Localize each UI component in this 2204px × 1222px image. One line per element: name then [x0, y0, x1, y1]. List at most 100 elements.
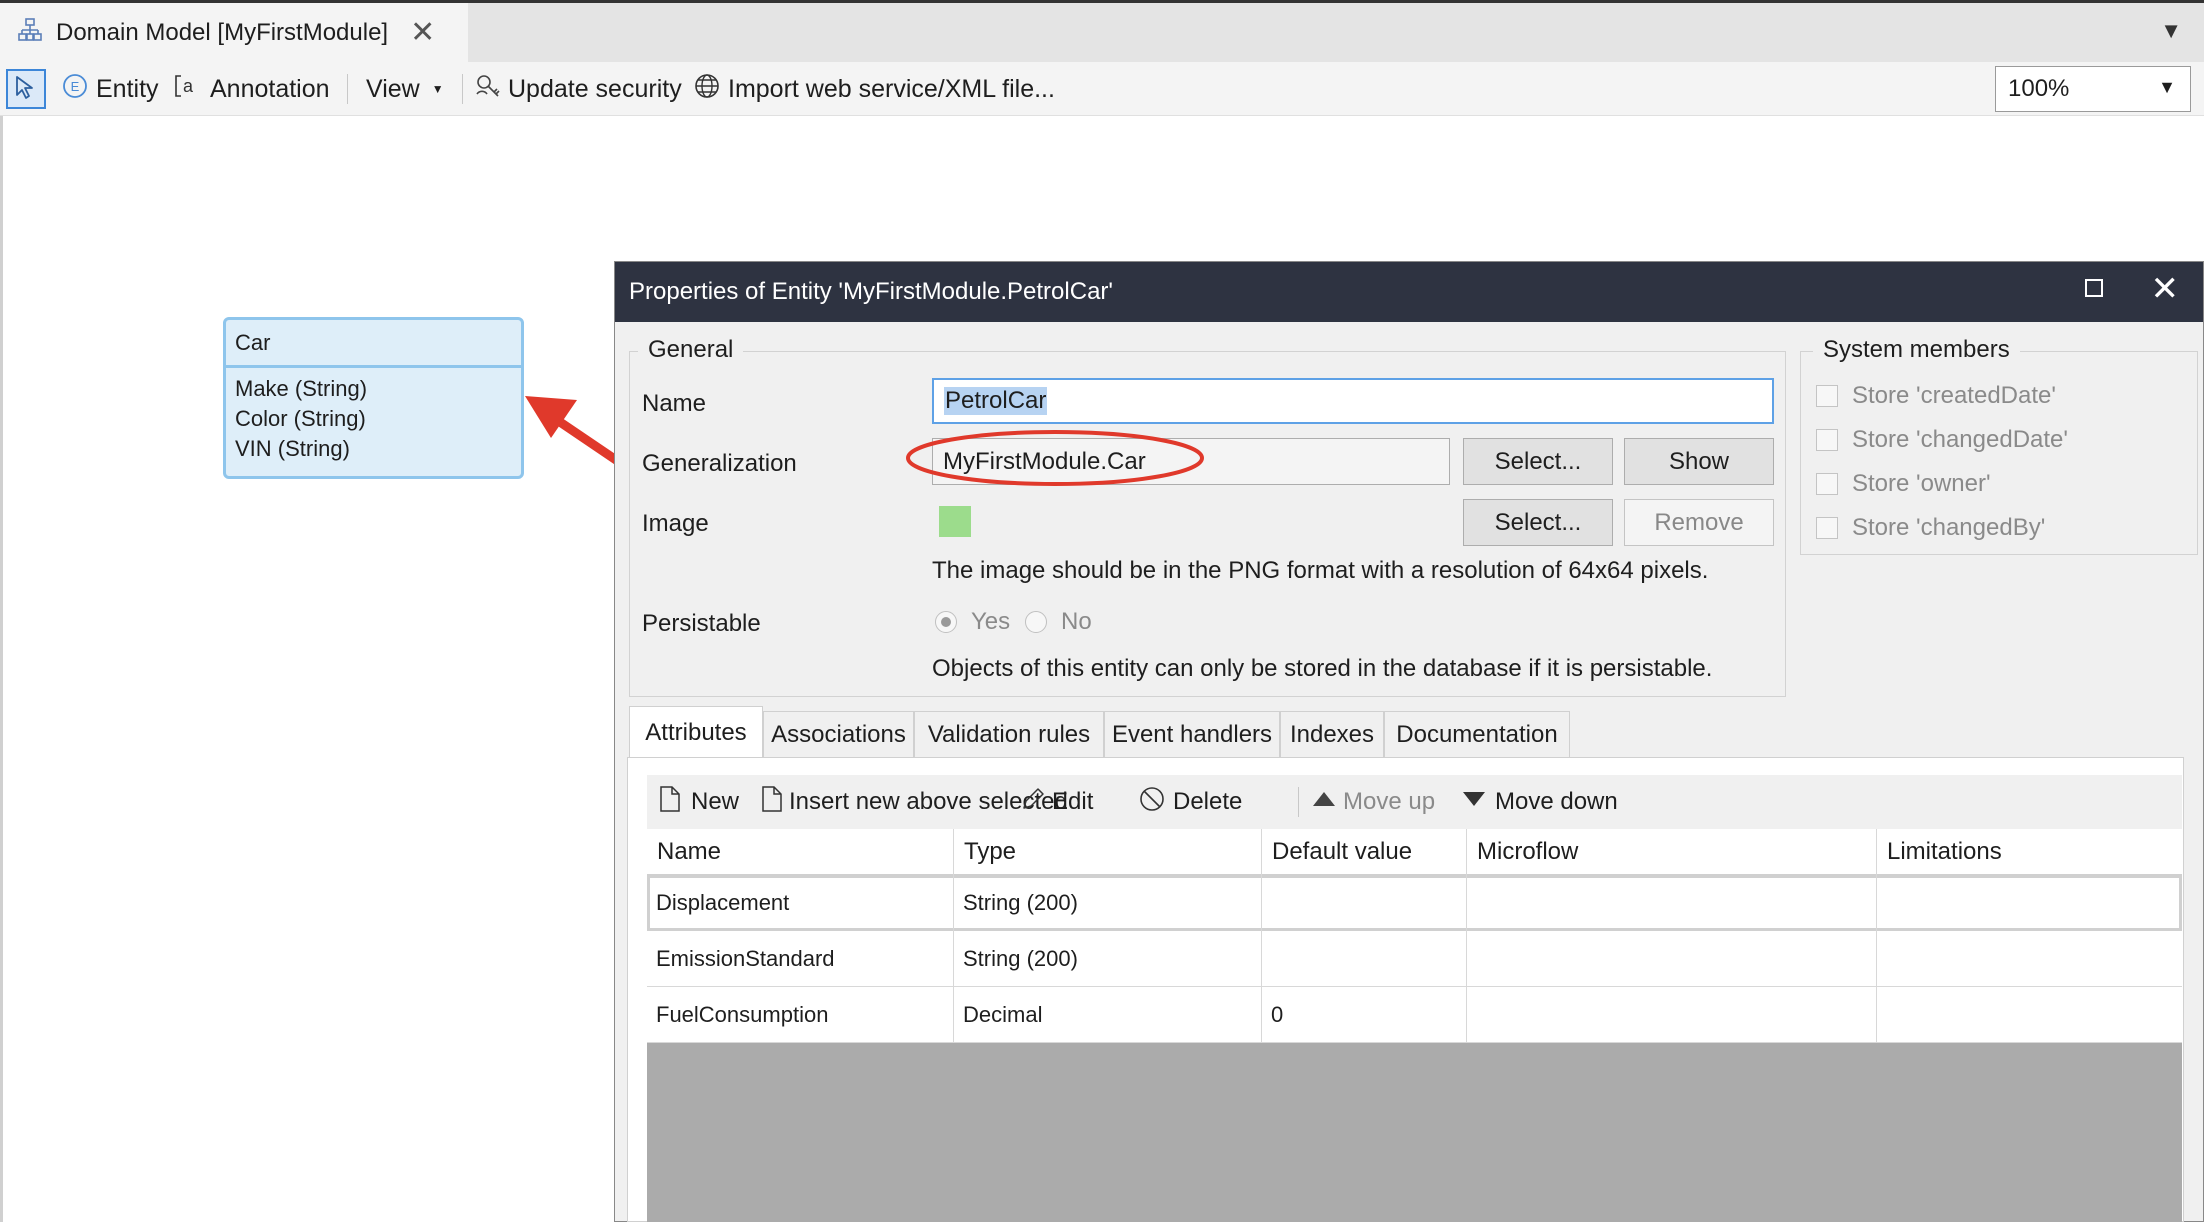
- table-row[interactable]: EmissionStandard String (200): [647, 931, 2182, 987]
- move-down-button[interactable]: Move down: [1461, 775, 1618, 829]
- move-down-label: Move down: [1495, 788, 1618, 815]
- show-generalization-button[interactable]: Show: [1624, 438, 1774, 485]
- store-changed-date-checkbox[interactable]: Store 'changedDate': [1816, 426, 2068, 454]
- cell-limitations: [1877, 875, 2182, 931]
- table-row[interactable]: FuelConsumption Decimal 0: [647, 987, 2182, 1043]
- svg-text:E: E: [71, 79, 80, 94]
- cell-type: String (200): [954, 931, 1262, 987]
- domain-model-icon: [18, 18, 42, 47]
- dropdown-arrow-icon: ▼: [431, 82, 444, 96]
- entity-attribute: VIN (String): [235, 436, 350, 461]
- entity-attribute-list: Make (String) Color (String) VIN (String…: [226, 368, 521, 470]
- delete-label: Delete: [1173, 788, 1243, 815]
- tab-associations[interactable]: Associations: [763, 711, 914, 757]
- cell-type: Decimal: [954, 987, 1262, 1043]
- persistable-no-radio[interactable]: No: [1025, 608, 1092, 636]
- persistable-label: Persistable: [642, 610, 761, 637]
- security-icon: [474, 72, 502, 107]
- radio-checked-icon: [935, 611, 957, 633]
- generalization-label: Generalization: [642, 450, 797, 477]
- checkbox-icon: [1816, 517, 1838, 539]
- remove-image-button[interactable]: Remove: [1624, 499, 1774, 546]
- close-dialog-icon[interactable]: ✕: [2151, 272, 2180, 306]
- store-owner-checkbox[interactable]: Store 'owner': [1816, 470, 1991, 498]
- select-image-button[interactable]: Select...: [1463, 499, 1613, 546]
- name-input[interactable]: PetrolCar: [932, 378, 1774, 424]
- pointer-tool-button[interactable]: [6, 69, 46, 109]
- attributes-toolbar: New Insert new above selected Edit Delet…: [647, 775, 2182, 829]
- maximize-icon[interactable]: [2085, 279, 2103, 297]
- table-row[interactable]: Displacement String (200): [647, 875, 2182, 931]
- cell-default: 0: [1262, 987, 1467, 1043]
- name-label: Name: [642, 390, 707, 417]
- column-header-default-value[interactable]: Default value: [1262, 829, 1467, 875]
- view-menu-button[interactable]: View ▼: [366, 62, 444, 116]
- image-label: Image: [642, 510, 709, 537]
- radio-unchecked-icon: [1025, 611, 1047, 633]
- delete-icon: [1138, 785, 1166, 820]
- tab-attributes[interactable]: Attributes: [629, 706, 763, 758]
- entity-icon: E: [62, 73, 88, 106]
- tab-validation-rules[interactable]: Validation rules: [914, 711, 1104, 757]
- yes-label: Yes: [971, 608, 1011, 635]
- store-created-date-checkbox[interactable]: Store 'createdDate': [1816, 382, 2056, 410]
- persistable-yes-radio[interactable]: Yes: [935, 608, 1010, 636]
- column-header-name[interactable]: Name: [647, 829, 954, 875]
- new-attribute-button[interactable]: New: [659, 775, 739, 829]
- tab-event-handlers[interactable]: Event handlers: [1104, 711, 1280, 757]
- tab-indexes[interactable]: Indexes: [1280, 711, 1384, 757]
- delete-attribute-button[interactable]: Delete: [1138, 775, 1242, 829]
- update-security-button[interactable]: Update security: [474, 62, 682, 116]
- store-changed-by-checkbox[interactable]: Store 'changedBy': [1816, 514, 2045, 542]
- column-header-limitations[interactable]: Limitations: [1877, 829, 2182, 875]
- cell-microflow: [1467, 987, 1877, 1043]
- column-header-microflow[interactable]: Microflow: [1467, 829, 1877, 875]
- new-label: New: [691, 788, 740, 815]
- tab-documentation[interactable]: Documentation: [1384, 711, 1570, 757]
- cell-limitations: [1877, 931, 2182, 987]
- import-label: Import web service/XML file...: [728, 74, 1055, 103]
- svg-text:a: a: [183, 76, 194, 96]
- entity-car[interactable]: Car Make (String) Color (String) VIN (St…: [223, 317, 524, 479]
- zoom-select[interactable]: 100% ▼: [1995, 66, 2191, 112]
- checkbox-label: Store 'changedBy': [1852, 514, 2046, 541]
- view-label: View: [366, 74, 420, 103]
- entity-attribute: Make (String): [235, 376, 368, 401]
- document-tab[interactable]: Domain Model [MyFirstModule] ✕: [0, 3, 468, 62]
- dialog-title-bar: Properties of Entity 'MyFirstModule.Petr…: [615, 262, 2203, 322]
- update-security-label: Update security: [508, 74, 682, 103]
- entity-name: Car: [226, 320, 521, 368]
- edit-attribute-button[interactable]: Edit: [1020, 775, 1093, 829]
- globe-icon: [693, 72, 721, 107]
- annotation-icon: a: [174, 73, 198, 106]
- chevron-down-icon: ▼: [2158, 77, 2176, 97]
- entity-label: Entity: [96, 74, 159, 103]
- annotation-label: Annotation: [210, 74, 330, 103]
- red-circle-annotation: [906, 430, 1204, 486]
- import-web-service-button[interactable]: Import web service/XML file...: [693, 62, 1055, 116]
- cell-microflow: [1467, 931, 1877, 987]
- attributes-grid: Name Type Default value Microflow Limita…: [647, 829, 2182, 1222]
- select-generalization-button[interactable]: Select...: [1463, 438, 1613, 485]
- entity-image-swatch: [939, 506, 971, 537]
- red-arrow-annotation: [525, 396, 624, 467]
- image-hint: The image should be in the PNG format wi…: [932, 557, 1709, 584]
- toolbar-separator: [1298, 787, 1299, 817]
- add-annotation-button[interactable]: a Annotation: [174, 62, 330, 116]
- new-document-icon: [761, 785, 783, 820]
- cell-name: Displacement: [647, 875, 954, 931]
- cell-name: FuelConsumption: [647, 987, 954, 1043]
- triangle-up-icon: [1311, 788, 1337, 816]
- add-entity-button[interactable]: E Entity: [62, 62, 159, 116]
- checkbox-icon: [1816, 385, 1838, 407]
- checkbox-label: Store 'changedDate': [1852, 426, 2068, 453]
- close-tab-icon[interactable]: ✕: [410, 15, 435, 50]
- tab-overflow-icon[interactable]: ▼: [2160, 18, 2182, 44]
- entity-attribute: Color (String): [235, 406, 366, 431]
- cell-type: String (200): [954, 875, 1262, 931]
- column-header-type[interactable]: Type: [954, 829, 1262, 875]
- move-up-button[interactable]: Move up: [1311, 775, 1435, 829]
- toolbar-separator: [462, 74, 463, 104]
- cell-microflow: [1467, 875, 1877, 931]
- system-members-legend: System members: [1813, 336, 2020, 364]
